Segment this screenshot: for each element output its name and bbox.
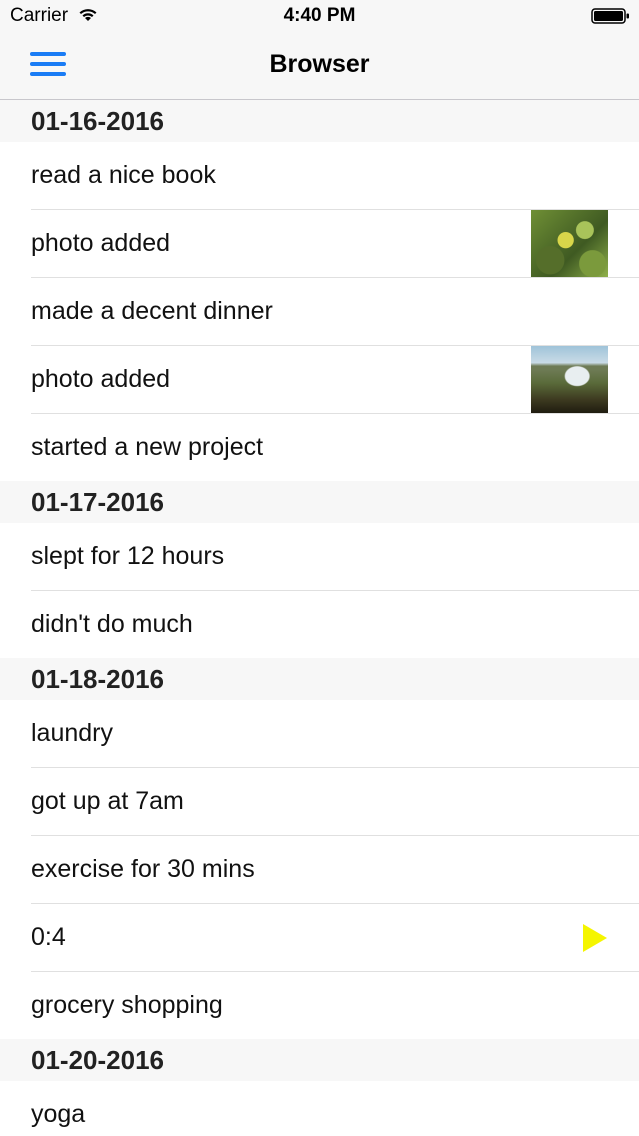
list-item[interactable]: started a new project <box>31 414 639 481</box>
list-item-label: yoga <box>31 1100 86 1128</box>
list-item-label: photo added <box>31 229 171 257</box>
list-item[interactable]: 0:4 <box>31 904 639 972</box>
section-header: 01-17-2016 <box>0 481 639 523</box>
list-item[interactable]: read a nice book <box>31 142 639 210</box>
clock: 4:40 PM <box>283 5 356 26</box>
list-item-label: got up at 7am <box>31 787 184 815</box>
section-date: 01-20-2016 <box>31 1045 164 1075</box>
section-header: 01-20-2016 <box>0 1039 639 1081</box>
list-item[interactable]: photo added <box>31 210 639 278</box>
list-item-label: laundry <box>31 719 113 747</box>
list-item[interactable]: slept for 12 hours <box>31 523 639 591</box>
list-item[interactable]: didn't do much <box>31 591 639 658</box>
section-date: 01-16-2016 <box>31 106 164 136</box>
list-item[interactable]: made a decent dinner <box>31 278 639 346</box>
list-item-label: started a new project <box>31 433 264 461</box>
list-item-label: didn't do much <box>31 610 193 638</box>
screen: Carrier 4:40 PM Browser 01-16-2016 read … <box>0 0 639 1136</box>
entries-list: 01-16-2016 read a nice book photo added … <box>0 100 639 1136</box>
list-item-label: 0:4 <box>31 923 66 951</box>
status-bar: Carrier 4:40 PM <box>0 0 639 32</box>
list-item-label: exercise for 30 mins <box>31 855 255 883</box>
page-title: Browser <box>269 50 370 78</box>
list-item-label: read a nice book <box>31 161 216 189</box>
list-item[interactable]: laundry <box>31 700 639 768</box>
list-item[interactable]: yoga <box>31 1081 639 1136</box>
photo-thumbnail[interactable] <box>531 210 608 277</box>
list-item-label: slept for 12 hours <box>31 542 225 570</box>
list-item-label: photo added <box>31 365 171 393</box>
navigation-bar: Browser <box>0 32 639 100</box>
battery-icon <box>591 8 629 24</box>
play-icon[interactable] <box>582 923 608 953</box>
list-item[interactable]: exercise for 30 mins <box>31 836 639 904</box>
section-date: 01-18-2016 <box>31 664 164 694</box>
list-item[interactable]: photo added <box>31 346 639 414</box>
section-header: 01-16-2016 <box>0 100 639 142</box>
list-item[interactable]: got up at 7am <box>31 768 639 836</box>
photo-thumbnail[interactable] <box>531 346 608 413</box>
list-item-label: grocery shopping <box>31 991 223 1019</box>
list-item-label: made a decent dinner <box>31 297 273 325</box>
section-header: 01-18-2016 <box>0 658 639 700</box>
section-date: 01-17-2016 <box>31 487 164 517</box>
list-item[interactable]: grocery shopping <box>31 972 639 1039</box>
